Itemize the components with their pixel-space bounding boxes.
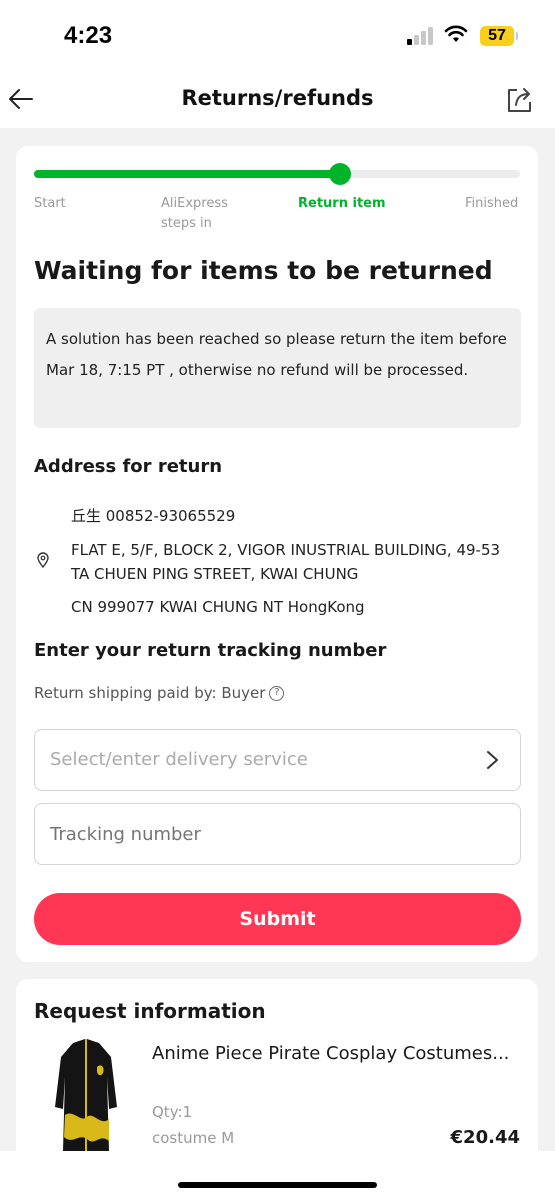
location-pin-icon <box>37 552 49 568</box>
progress-current-dot <box>329 163 351 185</box>
tracking-number-input[interactable] <box>34 803 521 865</box>
wifi-icon <box>444 25 468 42</box>
product-price: €20.44 <box>450 1127 520 1148</box>
share-icon[interactable] <box>504 84 534 114</box>
nav-bar: Returns/refunds <box>0 70 555 128</box>
status-heading: Waiting for items to be returned <box>34 256 493 285</box>
request-information-card: Request information Anime Piece Pirate C… <box>16 979 538 1179</box>
shipping-paid-by: Return shipping paid by: Buyer? <box>34 684 285 702</box>
help-icon[interactable]: ? <box>269 686 285 701</box>
progress-track <box>34 163 520 185</box>
home-indicator[interactable] <box>178 1182 377 1188</box>
page-title: Returns/refunds <box>181 86 374 110</box>
address-line-1: FLAT E, 5/F, BLOCK 2, VIGOR INUSTRIAL BU… <box>71 541 501 559</box>
progress-fill <box>34 170 340 178</box>
product-quantity: Qty:1 <box>152 1103 193 1121</box>
delivery-service-select[interactable]: Select/enter delivery service <box>34 729 521 791</box>
return-status-card: Start AliExpress steps in Return item Fi… <box>16 146 538 962</box>
chevron-right-icon <box>487 751 498 769</box>
submit-button[interactable]: Submit <box>34 893 521 945</box>
step-start: Start <box>34 196 66 211</box>
home-bar <box>0 1151 555 1200</box>
delivery-service-placeholder: Select/enter delivery service <box>50 749 308 770</box>
request-heading: Request information <box>34 999 266 1023</box>
step-return-item: Return item <box>298 196 386 211</box>
product-image[interactable] <box>51 1037 121 1153</box>
return-deadline-notice: A solution has been reached so please re… <box>34 308 521 428</box>
step-aliexpress-steps-in: AliExpress steps in <box>161 196 228 231</box>
cellular-signal-icon <box>407 27 433 45</box>
product-variant: costume M <box>152 1129 235 1147</box>
tracking-heading: Enter your return tracking number <box>34 640 387 661</box>
address-name-phone: 丘生 00852-93065529 <box>71 507 236 525</box>
step-finished: Finished <box>465 196 519 211</box>
product-title[interactable]: Anime Piece Pirate Cosplay Costumes... <box>152 1043 509 1064</box>
address-line-2: TA CHUEN PING STREET, KWAI CHUNG <box>71 565 359 583</box>
status-time: 4:23 <box>64 22 113 49</box>
address-line-3: CN 999077 KWAI CHUNG NT HongKong <box>71 598 365 616</box>
address-heading: Address for return <box>34 456 223 477</box>
shipping-paid-by-text: Return shipping paid by: Buyer <box>34 684 266 702</box>
status-bar: 4:23 57 <box>0 0 555 70</box>
battery-tip <box>516 32 518 40</box>
battery-icon: 57 <box>480 26 514 46</box>
